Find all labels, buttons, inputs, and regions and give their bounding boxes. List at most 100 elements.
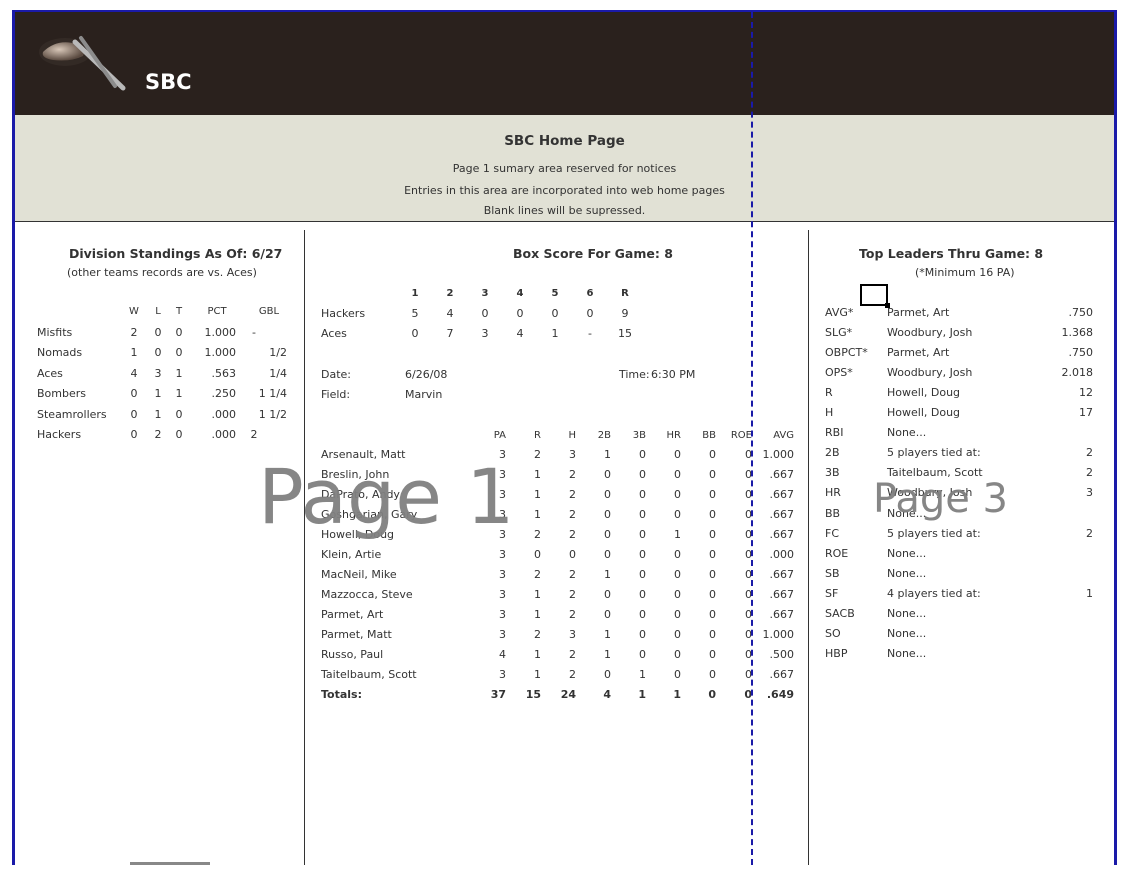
leader-player: None... [887,626,927,640]
player-stat: 3 [569,448,576,461]
standings-team: Steamrollers [37,407,107,421]
standings-cell: 2 [154,428,162,441]
player-stat: 2 [569,668,576,681]
standings-cell: 0 [154,346,162,360]
player-stat: 2 [569,488,576,501]
boxscore-title: Box Score For Game: 8 [513,246,673,261]
player-name: Parmet, Matt [321,628,392,641]
game-time: 6:30 PM [651,368,696,381]
leader-stat: OBPCT* [825,346,868,360]
standings-cell: - [252,326,256,339]
leader-player: Woodbury, Josh [887,366,973,380]
player-stat: 0 [674,628,681,641]
player-stat: 3 [499,668,506,681]
report-page: SBC SBC Home Page Page 1 sumary area res… [12,12,1117,865]
player-stat: 0 [745,628,752,641]
leader-player: None... [887,606,927,620]
inning-header: 6 [586,288,594,299]
leaders-subtitle: (*Minimum 16 PA) [915,266,1015,279]
leader-value: 2 [1086,446,1093,460]
player-stat: 1 [534,588,541,601]
standings-cell: 1.000 [204,346,237,360]
standings-cell: 1/2 [269,346,287,360]
leader-stat: SLG* [825,326,853,340]
standings-cell: 0 [130,387,138,401]
player-stat: 0 [745,608,752,621]
player-stat: .667 [769,668,795,681]
totals-stat: 4 [603,688,611,701]
standings-cell: 1 [130,346,138,360]
player-stat: 2 [569,608,576,621]
stat-col-header: 3B [632,430,646,441]
player-name: Parmet, Art [321,608,384,621]
leader-player: Howell, Doug [887,386,961,400]
player-stat: 0 [674,508,681,521]
totals-stat: 37 [490,688,506,701]
player-stat: 1.000 [762,448,795,461]
leader-value: 17 [1079,406,1093,420]
player-stat: 2 [569,468,576,481]
player-name: Mazzocca, Steve [321,588,413,601]
leader-value: 2 [1086,466,1093,480]
linescore-cell: 15 [618,327,632,340]
player-stat: 1 [639,668,646,681]
linescore-cell: 3 [481,327,489,340]
linescore-cell: 4 [446,307,454,320]
standings-col-header: T [175,306,183,317]
player-stat: 3 [569,628,576,641]
standings-cell: .000 [211,407,237,421]
stat-col-header: PA [493,430,506,441]
leader-player: 5 players tied at: [887,446,981,460]
player-stat: 1 [534,668,541,681]
stat-col-header: ROE [730,430,752,441]
player-stat: 0 [709,508,716,521]
app-title: SBC [145,70,192,94]
player-stat: .667 [769,568,795,581]
player-stat: 0 [639,548,646,561]
leader-player: Woodbury, Josh [887,326,973,340]
linescore-cell: 5 [411,307,419,320]
leader-stat: 3B [825,466,840,480]
report-header: SBC [15,12,1114,115]
inning-header: 3 [481,288,489,299]
standings-cell: 1 [154,407,162,421]
standings-cell: .563 [211,366,237,380]
linescore-cell: 4 [516,327,524,340]
player-stat: 0 [639,508,646,521]
player-stat: 2 [569,648,576,661]
leaders-title: Top Leaders Thru Game: 8 [859,246,1044,261]
inning-header: 1 [411,288,419,299]
player-stat: 0 [745,508,752,521]
totals-stat: 15 [525,688,541,701]
totals-label: Totals: [321,688,362,701]
leader-stat: BB [825,506,841,520]
standings-cell: 4 [130,366,138,380]
player-stat: 0 [709,568,716,581]
player-stat: 0 [674,468,681,481]
scroll-indicator[interactable] [130,862,210,865]
player-stat: .667 [769,508,795,521]
column-divider [808,230,809,865]
inning-header: 2 [446,288,454,299]
leader-stat: HBP [825,646,848,660]
leader-player: None... [887,546,927,560]
stat-col-header: BB [702,430,716,441]
player-name: Taitelbaum, Scott [321,668,417,681]
page-break-line[interactable] [751,12,753,865]
totals-stat: 24 [560,688,576,701]
leader-value: 3 [1086,486,1093,500]
player-stat: 1 [604,568,611,581]
leader-player: Howell, Doug [887,406,961,420]
player-stat: 1 [604,628,611,641]
player-stat: 3 [499,588,506,601]
standings-cell: 1.000 [204,326,237,339]
player-stat: 0 [709,448,716,461]
standings-cell: 1 1/2 [258,407,287,421]
cell-selection-box[interactable] [860,284,890,308]
totals-stat: 0 [708,688,716,701]
player-stat: 3 [499,628,506,641]
leader-value: .750 [1068,346,1094,360]
standings-cell: 2 [250,428,258,441]
player-stat: 0 [745,488,752,501]
leader-stat: H [825,406,834,420]
